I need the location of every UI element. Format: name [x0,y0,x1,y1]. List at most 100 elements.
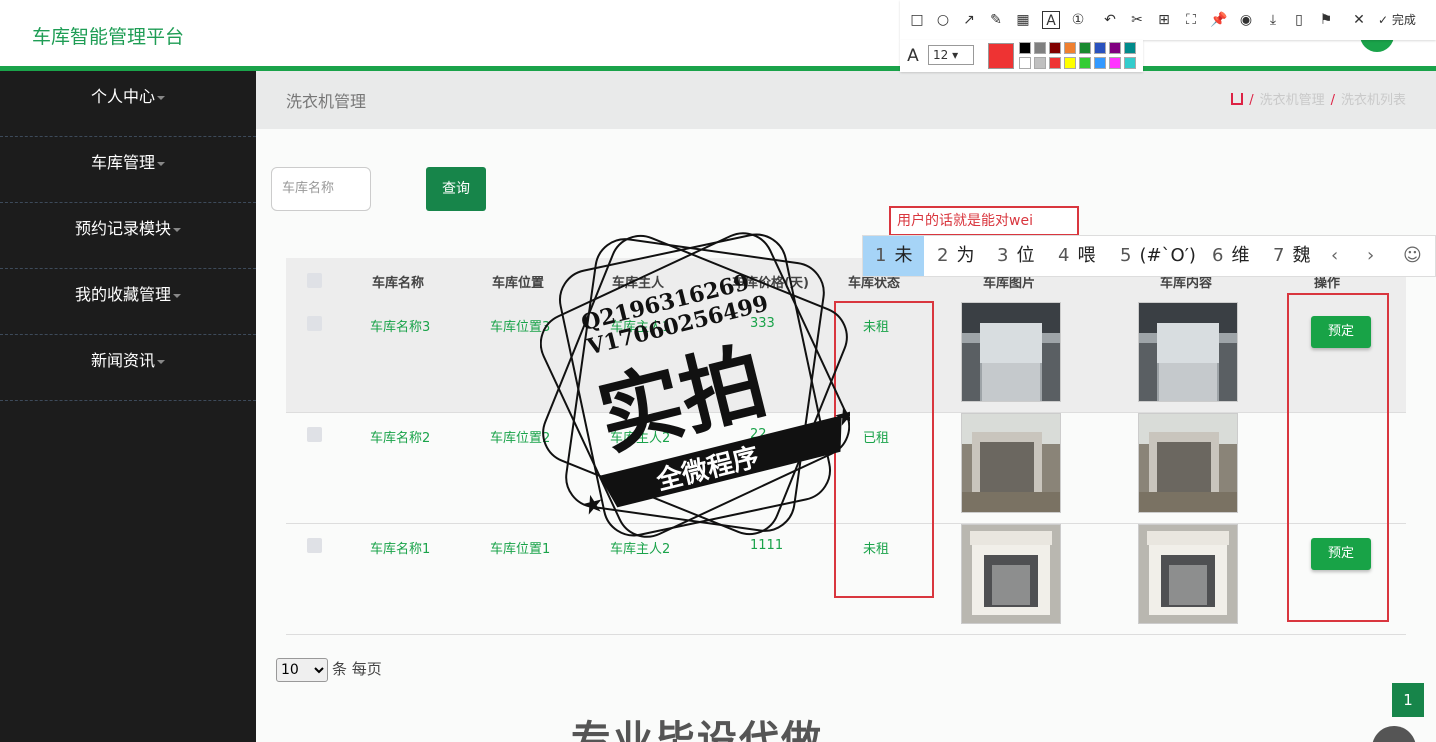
color-swatch[interactable] [1109,57,1121,69]
ime-candidate[interactable]: 6维 [1200,236,1261,276]
screenshot-toolbar: □ ○ ↗ ✎ ▦ A ① ↶ ✂ ⊞ ⛶ 📌 ◉ ⤓ ▯ ⚑ ✕ ✓ 完成 [900,0,1436,40]
garage-content-image [1138,413,1238,513]
sidebar-item-label: 个人中心 [90,87,155,106]
bottom-banner-text: 专业毕设代做 [571,718,823,742]
record-icon[interactable]: ◉ [1237,11,1255,29]
close-icon[interactable]: ✕ [1350,11,1368,29]
ime-candidate[interactable]: 5 (#`O′) [1108,236,1208,276]
done-label: 完成 [1391,13,1416,27]
sidebar-item-label: 我的收藏管理 [74,285,171,304]
caret-down-icon [173,293,181,298]
color-swatch[interactable] [1019,57,1031,69]
ime-candidate[interactable]: 1未 [863,236,925,276]
current-page-button[interactable]: 1 [1392,683,1424,717]
color-swatch[interactable] [1079,42,1091,54]
garage-image [961,302,1061,402]
mosaic-tool-icon[interactable]: ▦ [1014,11,1032,29]
floating-circle-button[interactable] [1372,726,1416,742]
color-swatch[interactable] [1094,57,1106,69]
font-size-select[interactable]: 12 ▾ [928,45,974,65]
color-swatch[interactable] [1064,42,1076,54]
ime-candidate[interactable]: 2为 [925,236,986,276]
font-icon: A [907,46,919,66]
garage-image [961,524,1061,624]
page-size-label: 条 每页 [332,660,382,678]
color-swatch[interactable] [1124,57,1136,69]
breadcrumb: / 洗衣机管理 / 洗衣机列表 [1231,89,1406,108]
color-swatch[interactable] [1034,42,1046,54]
pen-tool-icon[interactable]: ✎ [987,11,1005,29]
sidebar-item-garage-management[interactable]: 车库管理 [0,137,256,203]
number-tool-icon[interactable]: ① [1069,11,1087,29]
color-swatch[interactable] [1109,42,1121,54]
select-all-checkbox[interactable] [307,273,322,288]
undo-icon[interactable]: ↶ [1101,11,1119,29]
pagination-size: 10条 每页 [276,658,382,682]
color-swatch[interactable] [1049,57,1061,69]
page-size-select[interactable]: 10 [276,658,328,682]
row-checkbox[interactable] [307,427,322,442]
column-header: 车库名称 [372,276,425,291]
app-title: 车库智能管理平台 [32,26,185,48]
download-icon[interactable]: ⤓ [1264,11,1282,29]
bookmark-icon[interactable]: ⚑ [1317,11,1335,29]
svg-text:★: ★ [578,488,608,523]
current-color-swatch [988,43,1014,69]
arrow-tool-icon[interactable]: ↗ [960,11,978,29]
garage-name-cell: 车库名称1 [370,542,431,557]
page-title: 洗衣机管理 [286,92,367,111]
breadcrumb-item: 洗衣机列表 [1340,93,1406,108]
home-icon[interactable] [1231,93,1244,105]
caret-down-icon [173,227,181,232]
row-checkbox[interactable] [307,316,322,331]
column-header: 车库位置 [492,276,545,291]
sidebar-item-label: 新闻资讯 [90,351,155,370]
sidebar-item-personal-center[interactable]: 个人中心 [0,71,256,137]
color-swatch[interactable] [1064,57,1076,69]
color-swatch[interactable] [1034,57,1046,69]
garage-content-image [1138,302,1238,402]
check-icon: ✓ [1378,13,1389,27]
ellipse-tool-icon[interactable]: ○ [934,11,952,29]
rectangle-tool-icon[interactable]: □ [908,11,926,29]
sidebar-item-reservation-records[interactable]: 预约记录模块 [0,203,256,269]
annotation-text-input[interactable]: 用户的话就是能对wei [889,206,1079,236]
ocr-icon[interactable]: ⛶ [1182,11,1200,29]
color-swatch[interactable] [1094,42,1106,54]
ime-next-icon[interactable]: › [1367,236,1374,276]
sidebar-item-news[interactable]: 新闻资讯 [0,335,256,401]
page-header-bar: 洗衣机管理 / 洗衣机管理 / 洗衣机列表 [256,71,1436,129]
garage-name-cell: 车库名称2 [370,431,431,446]
sidebar-item-favorites[interactable]: 我的收藏管理 [0,269,256,335]
translate-icon[interactable]: ⊞ [1155,11,1173,29]
pin-icon[interactable]: 📌 [1210,11,1228,29]
ime-candidate[interactable]: 4喂 [1046,236,1107,276]
ime-candidate-bar: 1未 2为 3位 4喂 5 (#`O′) 6维 7魏 ‹ › ☺ [862,235,1436,277]
ime-candidate[interactable]: 7魏 [1261,236,1322,276]
garage-image [961,413,1061,513]
ime-prev-icon[interactable]: ‹ [1331,236,1338,276]
garage-name-search-input[interactable]: 车库名称 [271,167,371,211]
done-button[interactable]: ✓ 完成 [1378,11,1416,28]
garage-content-image [1138,524,1238,624]
row-checkbox[interactable] [307,538,322,553]
color-swatch[interactable] [1079,57,1091,69]
query-button[interactable]: 查询 [426,167,486,211]
emoji-icon[interactable]: ☺ [1403,236,1422,276]
sidebar-item-label: 车库管理 [90,153,155,172]
scissors-icon[interactable]: ✂ [1128,11,1146,29]
breadcrumb-item[interactable]: 洗衣机管理 [1260,93,1325,108]
color-swatch[interactable] [1124,42,1136,54]
watermark-stamp: Q2196316269 V17060256499 实拍 全微程序 ★ ★ [539,210,861,560]
phone-icon[interactable]: ▯ [1290,11,1308,29]
caret-down-icon [157,95,165,100]
annotation-rectangle [1287,293,1389,622]
color-swatch[interactable] [1019,42,1031,54]
color-swatch[interactable] [1049,42,1061,54]
caret-down-icon [157,359,165,364]
text-tool-icon[interactable]: A [1042,11,1060,29]
caret-down-icon [157,161,165,166]
sidebar: 个人中心 车库管理 预约记录模块 我的收藏管理 新闻资讯 [0,71,256,742]
ime-candidate[interactable]: 3位 [985,236,1046,276]
sidebar-item-label: 预约记录模块 [74,219,171,238]
